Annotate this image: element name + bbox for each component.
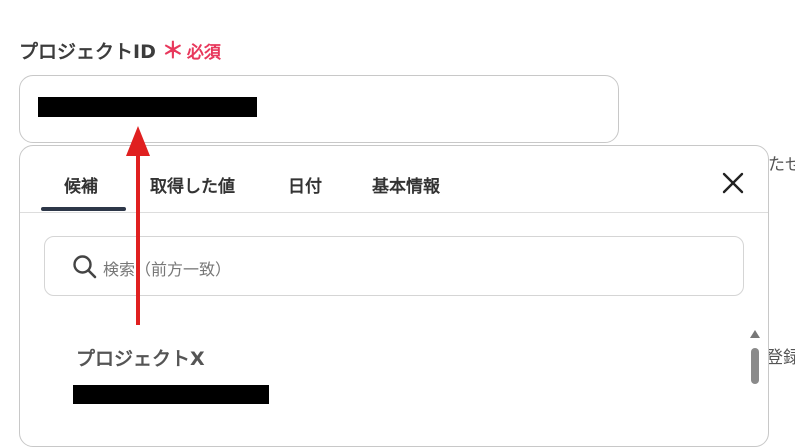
search-input[interactable]: 検索（前方一致） bbox=[44, 236, 744, 296]
tab-basic-info[interactable]: 基本情報 bbox=[372, 172, 440, 197]
tab-date[interactable]: 日付 bbox=[288, 172, 322, 197]
background-text-fragment: たせ bbox=[768, 155, 795, 175]
background-text-fragment: 登録 bbox=[766, 348, 795, 368]
redacted-candidate-value bbox=[73, 385, 269, 404]
tab-candidates[interactable]: 候補 bbox=[64, 172, 98, 197]
search-icon bbox=[72, 254, 98, 280]
scroll-up-arrow-icon[interactable] bbox=[749, 324, 761, 338]
active-tab-indicator bbox=[41, 207, 126, 211]
scrollbar-thumb[interactable] bbox=[751, 348, 759, 384]
required-asterisk: ＊ bbox=[161, 39, 184, 64]
redacted-value bbox=[38, 97, 257, 117]
value-picker-popup: 候補 取得した値 日付 基本情報 検索（前方一致） プロジェクトX bbox=[19, 145, 769, 447]
close-icon[interactable] bbox=[719, 169, 747, 197]
project-id-input[interactable] bbox=[19, 75, 619, 143]
tab-obtained-values[interactable]: 取得した値 bbox=[150, 172, 235, 197]
required-indicator: ＊必須 bbox=[162, 33, 221, 65]
candidate-item-title[interactable]: プロジェクトX bbox=[76, 344, 205, 371]
popup-tabs: 候補 取得した値 日付 基本情報 bbox=[20, 146, 768, 213]
project-id-label: プロジェクトID ＊必須 bbox=[19, 33, 221, 65]
required-text: 必須 bbox=[186, 43, 221, 63]
project-id-label-text: プロジェクトID bbox=[19, 41, 156, 63]
search-placeholder: 検索（前方一致） bbox=[103, 260, 232, 279]
